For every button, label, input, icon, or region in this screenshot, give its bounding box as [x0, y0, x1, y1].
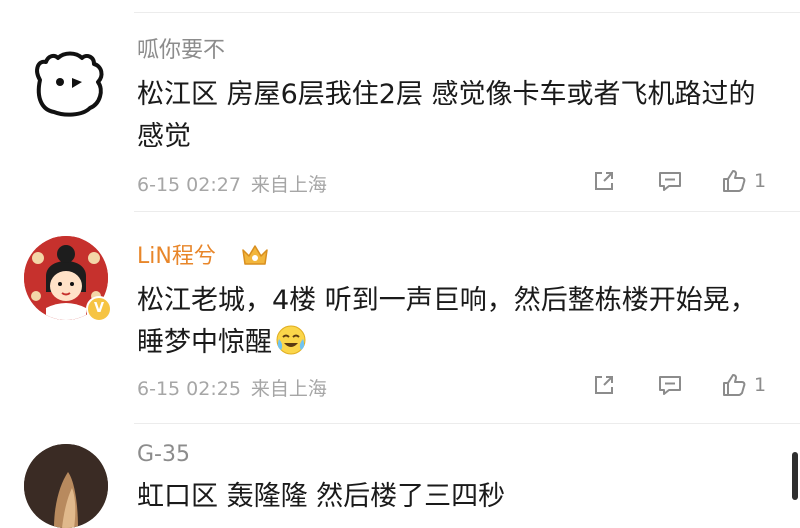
- username[interactable]: LiN程兮: [137, 238, 216, 270]
- share-icon: [595, 376, 613, 394]
- thumbs-up-icon: [723, 374, 746, 396]
- comment-text: 虹口区 轰隆隆 然后楼了三四秒: [137, 481, 506, 512]
- comment-text: 松江区 房屋6层我住2层 感觉像卡车或者飞机路过的感觉: [137, 79, 756, 152]
- comment-item: G-35 虹口区 轰隆隆 然后楼了三四秒: [0, 424, 800, 528]
- comment-actions: 1: [590, 164, 790, 198]
- scrollbar[interactable]: [792, 452, 798, 500]
- comment-item: V LiN程兮 松江老城，4楼 听到一声巨响，然后整栋楼开始晃，睡梦中惊醒 6-…: [0, 212, 800, 424]
- user-avatar[interactable]: [24, 444, 108, 528]
- comment-text: 松江老城，4楼 听到一声巨响，然后整栋楼开始晃，睡梦中惊醒: [137, 280, 777, 364]
- comment-location: 来自上海: [250, 378, 327, 400]
- photo-avatar-icon: [24, 444, 108, 528]
- comment-meta: 6-15 02:25 来自上海: [137, 374, 327, 401]
- share-button[interactable]: [590, 368, 618, 402]
- thumbs-up-icon: [723, 170, 746, 192]
- like-button[interactable]: 1: [720, 164, 766, 198]
- user-avatar[interactable]: [24, 40, 108, 124]
- comment-icon: [659, 376, 681, 395]
- comment-item: 呱你要不 松江区 房屋6层我住2层 感觉像卡车或者飞机路过的感觉 6-15 02…: [0, 20, 800, 212]
- bear-cartoon-avatar-icon: [35, 51, 104, 117]
- comment-text-body: 松江老城，4楼 听到一声巨响，然后整栋楼开始晃，睡梦中惊醒: [137, 285, 757, 358]
- verified-badge: V: [86, 296, 112, 322]
- comment-meta: 6-15 02:27 来自上海: [137, 170, 327, 197]
- top-divider: [134, 12, 800, 13]
- reply-button[interactable]: [656, 164, 684, 198]
- comment-actions: 1: [590, 368, 790, 402]
- comment-time: 6-15 02:27: [137, 174, 241, 196]
- username[interactable]: 呱你要不: [137, 32, 225, 64]
- comment-time: 6-15 02:25: [137, 378, 241, 400]
- username[interactable]: G-35: [137, 442, 190, 467]
- comment-location: 来自上海: [250, 174, 327, 196]
- like-button[interactable]: 1: [720, 368, 766, 402]
- crying-laughing-emoji-icon: [276, 325, 306, 355]
- like-count: 1: [754, 170, 767, 192]
- share-button[interactable]: [590, 164, 618, 198]
- crown-icon: [242, 245, 268, 265]
- share-icon: [595, 172, 613, 190]
- comment-icon: [659, 172, 681, 191]
- like-count: 1: [754, 374, 767, 396]
- reply-button[interactable]: [656, 368, 684, 402]
